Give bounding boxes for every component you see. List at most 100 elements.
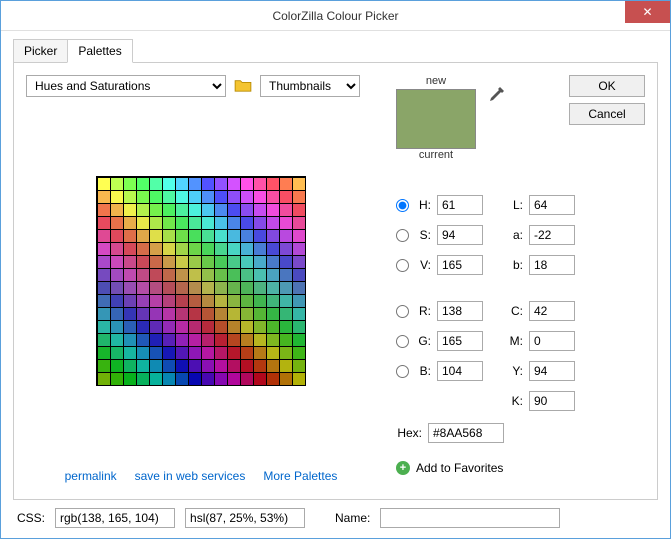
swatch-cell[interactable] bbox=[136, 229, 150, 243]
swatch-cell[interactable] bbox=[214, 229, 228, 243]
swatch-cell[interactable] bbox=[162, 242, 176, 256]
swatch-cell[interactable] bbox=[279, 281, 293, 295]
name-input[interactable] bbox=[380, 508, 560, 528]
swatch-cell[interactable] bbox=[240, 203, 254, 217]
tab-picker[interactable]: Picker bbox=[13, 39, 68, 63]
swatch-cell[interactable] bbox=[227, 281, 241, 295]
view-select[interactable]: Thumbnails bbox=[260, 75, 360, 97]
swatch-cell[interactable] bbox=[123, 346, 137, 360]
close-button[interactable]: ✕ bbox=[625, 1, 670, 23]
swatch-cell[interactable] bbox=[123, 359, 137, 373]
swatch-cell[interactable] bbox=[201, 359, 215, 373]
swatch-cell[interactable] bbox=[110, 255, 124, 269]
swatch-cell[interactable] bbox=[253, 177, 267, 191]
swatch-cell[interactable] bbox=[149, 177, 163, 191]
swatch-cell[interactable] bbox=[214, 177, 228, 191]
color-preview[interactable] bbox=[396, 89, 476, 149]
swatch-cell[interactable] bbox=[292, 177, 306, 191]
swatch-cell[interactable] bbox=[175, 359, 189, 373]
swatch-cell[interactable] bbox=[253, 372, 267, 386]
swatch-cell[interactable] bbox=[136, 372, 150, 386]
swatch-cell[interactable] bbox=[97, 307, 111, 321]
swatch-cell[interactable] bbox=[266, 268, 280, 282]
swatch-cell[interactable] bbox=[253, 320, 267, 334]
swatch-cell[interactable] bbox=[266, 281, 280, 295]
swatch-cell[interactable] bbox=[240, 268, 254, 282]
swatch-cell[interactable] bbox=[279, 268, 293, 282]
swatch-cell[interactable] bbox=[266, 255, 280, 269]
add-favorites[interactable]: + Add to Favorites bbox=[396, 461, 645, 475]
swatch-cell[interactable] bbox=[214, 346, 228, 360]
swatch-cell[interactable] bbox=[292, 372, 306, 386]
swatch-cell[interactable] bbox=[175, 177, 189, 191]
swatch-cell[interactable] bbox=[227, 255, 241, 269]
swatch-cell[interactable] bbox=[123, 242, 137, 256]
swatch-cell[interactable] bbox=[110, 346, 124, 360]
swatch-cell[interactable] bbox=[279, 255, 293, 269]
swatch-cell[interactable] bbox=[149, 320, 163, 334]
swatch-cell[interactable] bbox=[97, 216, 111, 230]
swatch-cell[interactable] bbox=[201, 346, 215, 360]
swatch-cell[interactable] bbox=[149, 203, 163, 217]
swatch-cell[interactable] bbox=[201, 255, 215, 269]
swatch-cell[interactable] bbox=[162, 281, 176, 295]
swatch-cell[interactable] bbox=[266, 229, 280, 243]
swatch-cell[interactable] bbox=[136, 346, 150, 360]
swatch-cell[interactable] bbox=[253, 359, 267, 373]
swatch-cell[interactable] bbox=[97, 372, 111, 386]
swatch-cell[interactable] bbox=[253, 216, 267, 230]
swatch-cell[interactable] bbox=[110, 372, 124, 386]
swatch-cell[interactable] bbox=[292, 294, 306, 308]
swatch-cell[interactable] bbox=[136, 333, 150, 347]
swatch-cell[interactable] bbox=[136, 307, 150, 321]
input-s[interactable] bbox=[437, 225, 483, 245]
css-rgb-input[interactable] bbox=[55, 508, 175, 528]
swatch-cell[interactable] bbox=[136, 255, 150, 269]
swatch-cell[interactable] bbox=[292, 268, 306, 282]
radio-g[interactable] bbox=[396, 335, 409, 348]
eyedropper-icon[interactable] bbox=[486, 75, 506, 108]
swatch-cell[interactable] bbox=[123, 320, 137, 334]
swatch-cell[interactable] bbox=[188, 359, 202, 373]
swatch-cell[interactable] bbox=[97, 177, 111, 191]
swatch-cell[interactable] bbox=[253, 229, 267, 243]
swatch-cell[interactable] bbox=[188, 255, 202, 269]
swatch-cell[interactable] bbox=[201, 294, 215, 308]
swatch-cell[interactable] bbox=[214, 359, 228, 373]
swatch-cell[interactable] bbox=[136, 294, 150, 308]
swatch-cell[interactable] bbox=[214, 281, 228, 295]
swatch-cell[interactable] bbox=[188, 372, 202, 386]
swatch-cell[interactable] bbox=[214, 294, 228, 308]
radio-v[interactable] bbox=[396, 259, 409, 272]
swatch-cell[interactable] bbox=[266, 333, 280, 347]
input-b[interactable] bbox=[437, 361, 483, 381]
swatch-cell[interactable] bbox=[97, 281, 111, 295]
swatch-cell[interactable] bbox=[253, 294, 267, 308]
input-a[interactable] bbox=[529, 225, 575, 245]
swatch-cell[interactable] bbox=[97, 320, 111, 334]
swatch-cell[interactable] bbox=[188, 242, 202, 256]
swatch-cell[interactable] bbox=[175, 268, 189, 282]
swatch-cell[interactable] bbox=[149, 242, 163, 256]
swatch-cell[interactable] bbox=[279, 372, 293, 386]
swatch-cell[interactable] bbox=[188, 294, 202, 308]
swatch-cell[interactable] bbox=[227, 242, 241, 256]
swatch-cell[interactable] bbox=[292, 242, 306, 256]
swatch-cell[interactable] bbox=[162, 346, 176, 360]
swatch-cell[interactable] bbox=[214, 242, 228, 256]
swatch-cell[interactable] bbox=[279, 346, 293, 360]
swatch-cell[interactable] bbox=[162, 294, 176, 308]
swatch-cell[interactable] bbox=[266, 320, 280, 334]
swatch-cell[interactable] bbox=[279, 216, 293, 230]
swatch-cell[interactable] bbox=[110, 190, 124, 204]
swatch-cell[interactable] bbox=[240, 216, 254, 230]
swatch-cell[interactable] bbox=[201, 190, 215, 204]
swatch-cell[interactable] bbox=[253, 346, 267, 360]
cancel-button[interactable]: Cancel bbox=[569, 103, 645, 125]
swatch-cell[interactable] bbox=[97, 190, 111, 204]
swatch-cell[interactable] bbox=[110, 281, 124, 295]
swatch-cell[interactable] bbox=[136, 203, 150, 217]
swatch-cell[interactable] bbox=[227, 229, 241, 243]
swatch-cell[interactable] bbox=[292, 307, 306, 321]
swatch-cell[interactable] bbox=[240, 190, 254, 204]
